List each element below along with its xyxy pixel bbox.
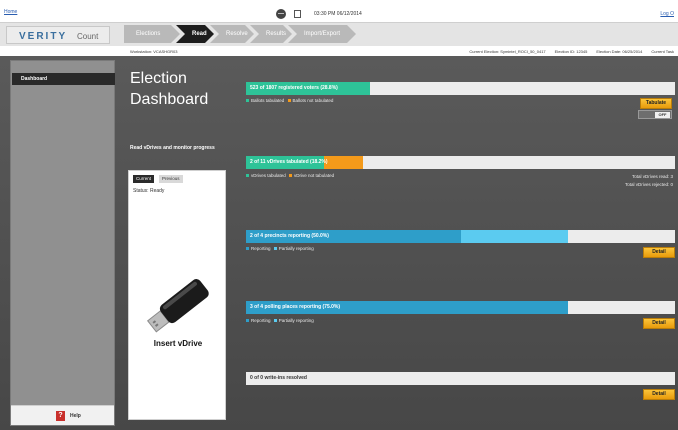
help-icon: ?: [56, 411, 65, 421]
voters-progress-bar: 523 of 1807 registered voters (28.8%): [246, 82, 675, 95]
election-date: Election Date: 06/25/2014: [596, 49, 643, 54]
vdrives-progress-bar: 2 of 11 vDrives tabulated (18.2%): [246, 156, 675, 169]
legend-swatch-polling-partial: [273, 319, 277, 323]
help-label: Help: [70, 413, 81, 419]
logo: VERITY Count: [6, 26, 110, 44]
sidebar-item-dashboard[interactable]: Dashboard: [12, 73, 115, 85]
polling-progress-bar: 3 of 4 polling places reporting (75.0%): [246, 301, 675, 314]
current-election: Current Election: Symintel_ROCI_50_0417: [469, 49, 546, 54]
election-info: Current Election: Symintel_ROCI_50_0417 …: [469, 49, 674, 54]
logo-name: VERITY: [19, 31, 68, 42]
legend-swatch-polling-reporting: [246, 319, 249, 323]
current-task: Current Task: [651, 49, 674, 54]
legend-swatch-not-tabulated: [287, 99, 291, 103]
legend-swatch-tabulated: [246, 99, 249, 103]
logo-product: Count: [77, 32, 99, 41]
home-link[interactable]: Home: [4, 9, 17, 15]
tabulate-toggle[interactable]: OFF: [638, 110, 672, 119]
legend-swatch-vdrives-tabulated: [246, 174, 249, 178]
info-strip: Workstation: VCASHGR03 Current Election:…: [0, 46, 678, 56]
vdrives-rejected-count: Total vDrives rejected: 0: [624, 182, 673, 187]
usb-drive-icon: [146, 279, 209, 333]
globe-icon[interactable]: [276, 9, 286, 19]
legend-vdrives-tabulated: vDrives tabulated: [251, 173, 286, 178]
tab-elections[interactable]: Elections: [124, 25, 180, 43]
tab-current[interactable]: Current: [133, 175, 155, 183]
legend-vdrive-not-tabulated: vDrive not tabulated: [294, 173, 335, 178]
polling-progress-label: 3 of 4 polling places reporting (75.0%): [250, 304, 341, 310]
workstation-info: Workstation: VCASHGR03: [130, 49, 178, 54]
legend-swatch-vdrive-not-tabulated: [289, 174, 293, 178]
clock-icon: [294, 10, 301, 18]
tabulate-button[interactable]: Tabulate: [640, 98, 672, 109]
legend-ballots-tabulated: Ballots tabulated: [251, 98, 285, 103]
sidebar: Dashboard ? Help: [10, 60, 115, 426]
toggle-off-label: OFF: [655, 112, 670, 118]
voters-progress-label: 523 of 1807 registered voters (28.8%): [250, 85, 338, 91]
precincts-partial-fill: [461, 230, 568, 243]
precincts-detail-button[interactable]: Detail: [643, 247, 675, 258]
legend-partially-reporting: Partially reporting: [278, 246, 314, 251]
help-button[interactable]: ? Help: [11, 405, 114, 425]
read-section-title: Read vDrives and monitor progress: [130, 145, 215, 151]
writeins-progress-bar: 0 of 0 write-ins resolved: [246, 372, 675, 385]
logout-link[interactable]: Log O: [660, 11, 674, 17]
voters-legend: Ballots tabulated Ballots not tabulated: [246, 98, 333, 103]
tab-previous[interactable]: Previous: [159, 175, 183, 183]
vdrives-not-tabulated-fill: [324, 156, 363, 169]
legend-ballots-not-tabulated: Ballots not tabulated: [292, 98, 334, 103]
polling-legend: Reporting Partially reporting: [246, 318, 314, 323]
legend-swatch-partial: [273, 247, 277, 251]
vdrive-status: Status: Ready: [133, 188, 165, 194]
vdrives-legend: vDrives tabulated vDrive not tabulated: [246, 173, 334, 178]
legend-polling-partially-reporting: Partially reporting: [278, 318, 314, 323]
page-title: Election Dashboard: [130, 70, 209, 108]
polling-detail-button[interactable]: Detail: [643, 318, 675, 329]
top-bar: Home 03:30 PM 06/12/2014 Log O: [0, 0, 678, 22]
precincts-legend: Reporting Partially reporting: [246, 246, 314, 251]
writeins-detail-button[interactable]: Detail: [643, 389, 675, 400]
legend-swatch-reporting: [246, 247, 249, 251]
precincts-progress-label: 2 of 4 precincts reporting (50.0%): [250, 233, 329, 239]
precincts-progress-bar: 2 of 4 precincts reporting (50.0%): [246, 230, 675, 243]
legend-polling-reporting: Reporting: [251, 318, 271, 323]
datetime: 03:30 PM 06/12/2014: [314, 11, 362, 17]
insert-vdrive-label: Insert vDrive: [153, 339, 203, 348]
election-id: Election ID: 12345: [554, 49, 588, 54]
vdrive-panel: Current Previous Status: Ready Insert vD…: [128, 170, 226, 420]
vdrives-progress-label: 2 of 11 vDrives tabulated (18.2%): [250, 159, 328, 165]
legend-reporting: Reporting: [251, 246, 271, 251]
writeins-progress-label: 0 of 0 write-ins resolved: [250, 375, 307, 381]
vdrive-stats: Total vDrives read: 3 Total vDrives reje…: [625, 173, 673, 189]
tab-import-export[interactable]: Import/Export: [288, 25, 356, 43]
vdrives-read-count: Total vDrives read: 3: [631, 174, 673, 179]
